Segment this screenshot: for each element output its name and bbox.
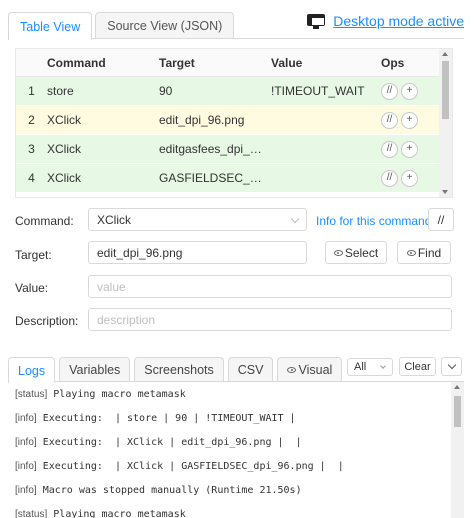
row-target: editgasfees_dpi_96... [159, 142, 271, 156]
select-button-label: Select [344, 245, 379, 260]
insert-row-button[interactable]: + [401, 169, 418, 187]
comment-toggle-button[interactable]: // [428, 208, 454, 231]
find-button[interactable]: Find [397, 241, 451, 264]
chevron-down-icon [290, 214, 300, 224]
tab-logs[interactable]: Logs [8, 357, 56, 383]
panel-tabs: Logs Variables Screenshots CSV Visual [8, 357, 346, 383]
row-index: 4 [28, 171, 35, 185]
table-row[interactable]: 3 XClick editgasfees_dpi_96... // + [16, 135, 452, 164]
table-row[interactable]: 2 XClick edit_dpi_96.png // + [16, 106, 452, 135]
target-input[interactable]: edit_dpi_96.png [88, 241, 307, 264]
target-label: Target: [15, 248, 52, 262]
row-index: 2 [28, 113, 35, 127]
description-label: Description: [15, 314, 79, 328]
eye-icon [333, 249, 343, 256]
tab-table-view[interactable]: Table View [8, 12, 93, 40]
comment-out-button[interactable]: // [381, 140, 398, 158]
tab-visual[interactable]: Visual [277, 357, 343, 382]
tab-visual-label: Visual [298, 363, 333, 377]
log-filter-select[interactable]: All [347, 358, 393, 376]
insert-row-button[interactable]: + [401, 82, 418, 100]
row-index: 1 [28, 84, 35, 98]
chevron-down-icon [380, 363, 386, 369]
log-scrollbar[interactable] [451, 382, 464, 518]
scroll-up-icon[interactable] [454, 385, 460, 389]
log-panel: [status] Playing macro metamask [info] E… [8, 382, 464, 518]
value-input[interactable]: value [88, 275, 452, 298]
command-label: Command: [15, 214, 74, 228]
desktop-mode-indicator: Desktop mode active [307, 13, 464, 29]
insert-row-button[interactable]: + [401, 111, 418, 129]
command-info-link[interactable]: Info for this command [316, 214, 431, 228]
log-line: [info] Executing: | XClick | edit_dpi_96… [15, 437, 302, 448]
header-command: Command [47, 55, 106, 70]
desktop-mode-link[interactable]: Desktop mode active [333, 13, 464, 29]
view-tabs: Table View Source View (JSON) [8, 12, 237, 40]
table-scrollbar[interactable] [439, 49, 452, 197]
row-command: XClick [47, 142, 82, 156]
table-header: Command Target Value Ops [16, 49, 452, 77]
row-index: 3 [28, 142, 35, 156]
comment-out-button[interactable]: // [381, 82, 398, 100]
command-select-value: XClick [97, 212, 132, 227]
tab-source-view[interactable]: Source View (JSON) [95, 12, 235, 39]
value-label: Value: [15, 281, 49, 295]
description-input[interactable]: description [88, 308, 452, 331]
log-line: [info] Macro was stopped manually (Runti… [15, 485, 302, 496]
row-command: XClick [47, 171, 82, 185]
chevron-down-icon [447, 360, 456, 370]
row-command: XClick [47, 113, 82, 127]
select-button[interactable]: Select [325, 241, 387, 264]
comment-out-button[interactable]: // [381, 111, 398, 129]
clear-logs-button[interactable]: Clear [399, 357, 436, 376]
collapse-panel-button[interactable] [441, 357, 462, 376]
row-target: 90 [159, 84, 173, 98]
comment-out-button[interactable]: // [381, 169, 398, 187]
row-value: !TIMEOUT_WAIT [271, 84, 365, 98]
log-line: [info] Executing: | XClick | GASFIELDSEC… [15, 461, 344, 472]
row-target: GASFIELDSEC_dpi_... [159, 171, 271, 185]
eye-icon [406, 249, 416, 256]
command-select[interactable]: XClick [88, 208, 307, 231]
header-target: Target [159, 55, 195, 70]
log-line: [status] Playing macro metamask [15, 509, 186, 518]
log-line: [info] Executing: | store | 90 | !TIMEOU… [15, 413, 296, 424]
log-line: [status] Playing macro metamask [15, 389, 186, 400]
command-table: Command Target Value Ops 1 store 90 !TIM… [15, 48, 453, 198]
log-filter-value: All [354, 361, 367, 373]
insert-row-button[interactable]: + [401, 140, 418, 158]
tab-screenshots[interactable]: Screenshots [134, 357, 224, 382]
tab-csv[interactable]: CSV [227, 357, 274, 382]
scroll-thumb[interactable] [454, 396, 461, 427]
eye-icon [287, 367, 297, 373]
row-command: store [47, 84, 74, 98]
scroll-down-icon[interactable] [442, 190, 448, 194]
header-value: Value [271, 55, 303, 70]
find-button-label: Find [417, 245, 442, 260]
row-target: edit_dpi_96.png [159, 113, 245, 127]
header-ops: Ops [381, 55, 405, 70]
monitor-icon [307, 13, 326, 29]
scroll-up-icon[interactable] [442, 52, 448, 56]
tab-variables[interactable]: Variables [59, 357, 131, 382]
table-row[interactable]: 1 store 90 !TIMEOUT_WAIT // + [16, 77, 452, 106]
table-row[interactable]: 4 XClick GASFIELDSEC_dpi_... // + [16, 164, 452, 193]
scroll-thumb[interactable] [442, 61, 449, 119]
